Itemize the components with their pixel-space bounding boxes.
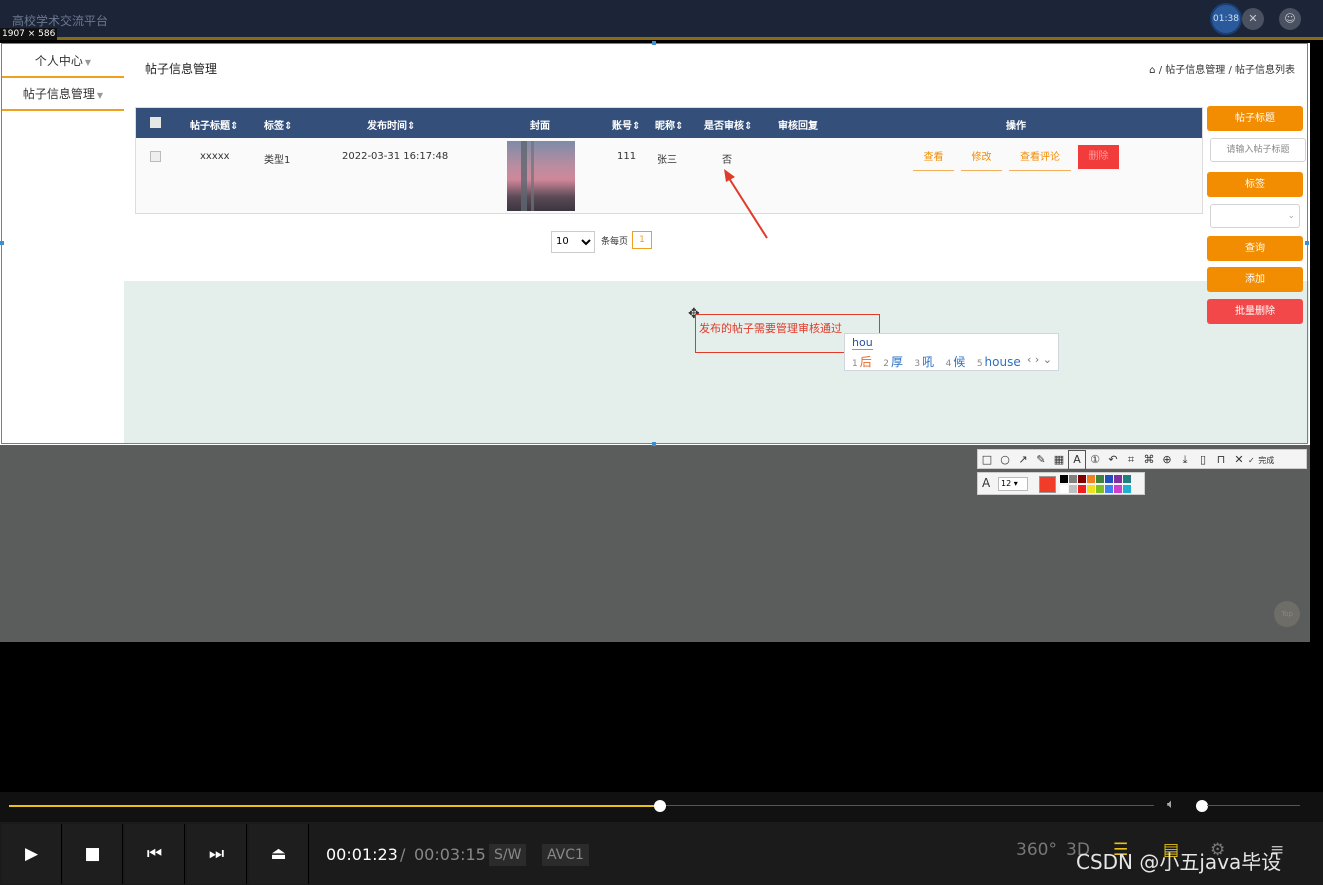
ime-page-nav-icon[interactable]: ‹ › ⌄ [1027,353,1052,366]
vr-360-icon[interactable]: 360° [1016,840,1057,860]
ime-candidate-window: hou 1后 2厚 3吼 4候 5 house ‹ › ⌄ [844,333,1059,371]
selection-handle[interactable] [0,241,4,245]
arrow-tool-icon[interactable]: ↗ [1014,451,1032,469]
color-swatch[interactable] [1105,475,1113,483]
text-style-toolbar: A 12 ▾ [977,472,1145,495]
app-title: 高校学术交流平台 [12,14,109,28]
color-swatch[interactable] [1060,475,1068,483]
stop-button[interactable]: ■ [63,824,123,884]
volume-track[interactable] [1207,805,1300,806]
codec-badge[interactable]: AVC1 [542,844,589,866]
pin-icon[interactable]: ⊕ [1158,451,1176,469]
pen-tool-icon[interactable]: ✎ [1032,451,1050,469]
color-swatch[interactable] [1114,475,1122,483]
color-swatch[interactable] [1060,485,1068,493]
download-icon[interactable]: ⤓ [1176,451,1194,469]
font-size-icon: A [982,476,991,490]
color-swatch[interactable] [1105,485,1113,493]
annotation-text: 发布的帖子需要管理审核通过 [699,322,842,335]
font-size-select[interactable]: 12 ▾ [998,477,1028,491]
seek-handle[interactable] [654,800,666,812]
ocr-icon[interactable]: ⌗ [1122,451,1140,469]
ime-typed-text: hou [852,336,873,350]
undo-icon[interactable]: ↶ [1104,451,1122,469]
color-swatch[interactable] [1087,475,1095,483]
color-swatch[interactable] [1069,485,1077,493]
watermark: CSDN @小五java毕设 [1076,850,1282,874]
eject-button[interactable]: ⏏︎ [249,824,309,884]
current-color-swatch[interactable] [1039,476,1056,493]
color-swatch[interactable] [1096,485,1104,493]
ime-candidate[interactable]: 3吼 [914,355,934,369]
ime-candidate[interactable]: 1后 [852,355,872,369]
sw-decoder-badge[interactable]: S/W [489,844,527,866]
play-button[interactable]: ▶ [2,824,62,884]
color-swatch[interactable] [1078,485,1086,493]
ime-candidate[interactable]: 2厚 [883,355,903,369]
color-swatch[interactable] [1087,485,1095,493]
ellipse-tool-icon[interactable]: ○ [996,451,1014,469]
cancel-icon[interactable]: ✕ [1230,451,1248,469]
seek-played[interactable] [9,805,660,807]
volume-icon[interactable]: 🔈︎ [1167,797,1175,812]
capture-selection-frame[interactable] [1,43,1308,444]
ime-candidates: 1后 2厚 3吼 4候 5 house [852,353,1021,370]
video-player-window: 高校学术交流平台 1907 × 586 01:38 ✕ ☺ 个人中心 ▼ 帖子信息… [0,0,1323,885]
annotation-arrow [724,169,768,239]
text-tool-icon[interactable]: A [1068,450,1086,470]
done-button[interactable]: ✓ 完成 [1248,452,1275,470]
current-time: 00:01:23 [326,845,398,864]
ime-candidate[interactable]: 5 house [977,355,1021,369]
color-swatch[interactable] [1123,475,1131,483]
selection-handle[interactable] [1305,241,1309,245]
color-swatch[interactable] [1078,475,1086,483]
user-avatar-icon[interactable]: ☺ [1279,8,1301,30]
number-tool-icon[interactable]: ① [1086,451,1104,469]
selection-handle[interactable] [652,41,656,45]
selection-handle[interactable] [652,442,656,446]
back-to-top-button[interactable]: Top [1274,601,1300,627]
previous-button[interactable]: ⏮︎ [125,824,185,884]
app-top-bar: 高校学术交流平台 1907 × 586 [0,0,1323,40]
player-black-area [0,642,1323,792]
ime-candidate[interactable]: 4候 [946,355,966,369]
color-swatch[interactable] [1123,485,1131,493]
color-swatch[interactable] [1096,475,1104,483]
volume-handle[interactable] [1196,800,1208,812]
total-time: 00:03:15 [414,845,486,864]
capture-dimensions: 1907 × 586 [0,28,58,40]
timer-badge[interactable]: 01:38 [1210,3,1242,35]
annotation-toolbar: □ ○ ↗ ✎ ▦ A ① ↶ ⌗ ⌘ ⊕ ⤓ ▯ ⊓ ✕ ✓ 完成 [977,449,1307,470]
rectangle-tool-icon[interactable]: □ [978,451,996,469]
bookmark-icon[interactable]: ⊓ [1212,451,1230,469]
next-button[interactable]: ⏭︎ [187,824,247,884]
seek-remaining[interactable] [660,805,1154,806]
time-separator: / [400,845,406,864]
close-icon[interactable]: ✕ [1242,8,1264,30]
color-swatch[interactable] [1069,475,1077,483]
translate-icon[interactable]: ⌘ [1140,451,1158,469]
color-swatch[interactable] [1114,485,1122,493]
phone-icon[interactable]: ▯ [1194,451,1212,469]
mosaic-tool-icon[interactable]: ▦ [1050,451,1068,469]
